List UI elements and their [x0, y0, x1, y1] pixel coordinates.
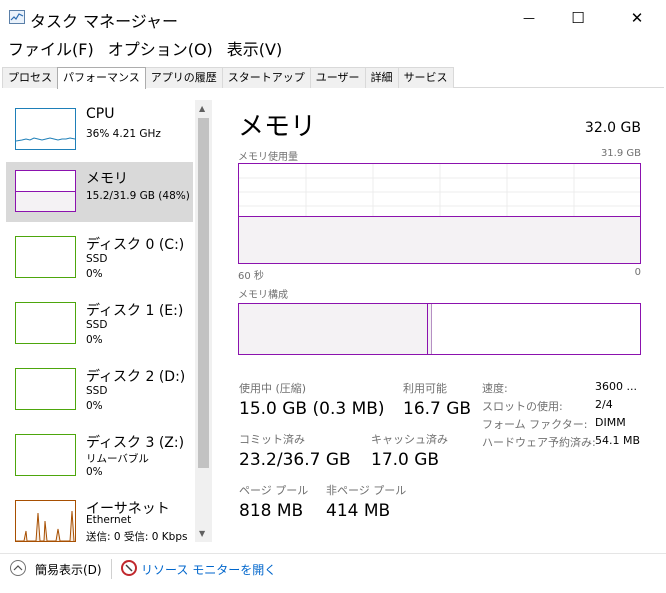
slots-used-label: スロットの使用:: [482, 400, 563, 413]
minimize-button[interactable]: —: [506, 0, 552, 36]
cpu-thumbnail-graph: [15, 108, 76, 150]
available-value: 16.7 GB: [403, 399, 472, 419]
scroll-down-icon[interactable]: ▼: [199, 529, 205, 538]
fewer-details-link[interactable]: 簡易表示(D): [35, 561, 102, 578]
page-title: メモリ: [238, 112, 317, 142]
ethernet-thumbnail-graph: [15, 500, 76, 542]
menu-file[interactable]: ファイル(F): [0, 38, 101, 62]
available-label: 利用可能: [403, 382, 447, 395]
committed-value: 23.2/36.7 GB: [239, 450, 351, 470]
composition-in-use[interactable]: [239, 304, 428, 354]
resource-cpu[interactable]: CPU 36% 4.21 GHz: [6, 100, 193, 160]
resource-disk-2[interactable]: ディスク 2 (D:) SSD 0%: [6, 360, 193, 420]
slots-used-value: 2/4: [595, 398, 613, 411]
in-use-label: 使用中 (圧縮): [239, 382, 307, 395]
hardware-reserved-value: 54.1 MB: [595, 434, 641, 447]
tab-processes[interactable]: プロセス: [2, 67, 58, 88]
resource-disk-3-name: ディスク 3 (Z:): [86, 435, 185, 451]
graph-time-start: 60 秒: [238, 271, 264, 282]
nonpaged-pool-label: 非ページ プール: [326, 484, 407, 497]
resource-disk-1-usage: 0%: [86, 334, 103, 346]
scroll-up-icon[interactable]: ▲: [199, 104, 205, 113]
close-icon: ✕: [630, 9, 644, 27]
menu-options[interactable]: オプション(O): [101, 38, 220, 62]
title-bar: タスク マネージャー — ☐ ✕: [0, 0, 666, 36]
maximize-button[interactable]: ☐: [555, 0, 601, 36]
resource-ethernet-adapter: Ethernet: [86, 514, 132, 526]
resource-disk-3-usage: 0%: [86, 466, 103, 478]
speed-label: 速度:: [482, 382, 508, 395]
resource-list-scrollbar[interactable]: ▲ ▼: [195, 100, 212, 542]
cached-value: 17.0 GB: [371, 450, 440, 470]
paged-pool-label: ページ プール: [239, 484, 309, 497]
resource-cpu-usage: 36% 4.21 GHz: [86, 128, 161, 140]
memory-usage-fill: [239, 216, 640, 263]
resource-memory-name: メモリ: [86, 171, 128, 187]
composition-modified[interactable]: [428, 304, 432, 354]
resource-disk-1-type: SSD: [86, 319, 108, 331]
footer-bar: 簡易表示(D) リソース モニターを開く: [0, 553, 666, 583]
disk-2-thumbnail-graph: [15, 368, 76, 410]
resource-disk-2-usage: 0%: [86, 400, 103, 412]
resource-disk-0-usage: 0%: [86, 268, 103, 280]
tab-details[interactable]: 詳細: [364, 67, 399, 88]
memory-thumbnail-graph: [15, 170, 76, 212]
disk-3-thumbnail-graph: [15, 434, 76, 476]
memory-usage-label: メモリ使用量: [238, 152, 298, 163]
menu-view[interactable]: 表示(V): [220, 38, 289, 62]
paged-pool-value: 818 MB: [239, 501, 304, 521]
disk-1-thumbnail-graph: [15, 302, 76, 344]
committed-label: コミット済み: [239, 433, 305, 446]
scroll-thumb[interactable]: [198, 118, 209, 468]
disk-0-thumbnail-graph: [15, 236, 76, 278]
resource-disk-1[interactable]: ディスク 1 (E:) SSD 0%: [6, 294, 193, 354]
cached-label: キャッシュ済み: [371, 433, 448, 446]
minimize-icon: —: [523, 11, 535, 25]
tab-startup[interactable]: スタートアップ: [221, 67, 311, 88]
window-title: タスク マネージャー: [30, 12, 178, 31]
task-manager-icon: [9, 10, 25, 24]
menu-bar: ファイル(F) オプション(O) 表示(V): [0, 38, 289, 62]
resource-memory-usage: 15.2/31.9 GB (48%): [86, 190, 190, 202]
resource-disk-2-type: SSD: [86, 385, 108, 397]
hardware-reserved-label: ハードウェア予約済み:: [482, 436, 596, 449]
tab-users[interactable]: ユーザー: [309, 67, 366, 88]
footer-divider: [111, 559, 112, 579]
resource-disk-0[interactable]: ディスク 0 (C:) SSD 0%: [6, 228, 193, 288]
resource-cpu-name: CPU: [86, 106, 115, 122]
memory-composition-graph[interactable]: [238, 303, 641, 355]
form-factor-value: DIMM: [595, 416, 626, 429]
nonpaged-pool-value: 414 MB: [326, 501, 391, 521]
speed-value: 3600 ...: [595, 380, 637, 393]
resource-ethernet-throughput: 送信: 0 受信: 0 Kbps: [86, 531, 188, 542]
graph-time-end: 0: [634, 267, 641, 278]
resource-disk-1-name: ディスク 1 (E:): [86, 303, 184, 319]
resource-monitor-icon[interactable]: [121, 560, 137, 576]
maximize-icon: ☐: [571, 9, 585, 27]
memory-usage-max: 31.9 GB: [600, 148, 641, 159]
resource-disk-3-type: リムーバブル: [86, 453, 149, 465]
resource-memory[interactable]: メモリ 15.2/31.9 GB (48%): [6, 162, 193, 222]
resource-disk-2-name: ディスク 2 (D:): [86, 369, 186, 385]
close-button[interactable]: ✕: [614, 0, 660, 36]
in-use-value: 15.0 GB (0.3 MB): [239, 399, 385, 419]
tab-strip: プロセス パフォーマンス アプリの履歴 スタートアップ ユーザー 詳細 サービス: [2, 67, 664, 89]
tab-services[interactable]: サービス: [397, 67, 454, 88]
resource-disk-0-name: ディスク 0 (C:): [86, 237, 185, 253]
tab-app-history[interactable]: アプリの履歴: [144, 67, 223, 88]
resource-disk-0-type: SSD: [86, 253, 108, 265]
resource-disk-3[interactable]: ディスク 3 (Z:) リムーバブル 0%: [6, 426, 193, 486]
memory-composition-label: メモリ構成: [238, 290, 288, 301]
open-resource-monitor-link[interactable]: リソース モニターを開く: [141, 561, 276, 578]
form-factor-label: フォーム ファクター:: [482, 418, 588, 431]
resource-ethernet[interactable]: イーサネット Ethernet 送信: 0 受信: 0 Kbps: [6, 492, 193, 542]
chevron-up-icon[interactable]: [10, 560, 26, 576]
total-memory: 32.0 GB: [584, 120, 641, 136]
memory-usage-graph: [238, 163, 641, 264]
tab-performance[interactable]: パフォーマンス: [57, 67, 146, 89]
resource-list: CPU 36% 4.21 GHz メモリ 15.2/31.9 GB (48%) …: [2, 100, 212, 542]
